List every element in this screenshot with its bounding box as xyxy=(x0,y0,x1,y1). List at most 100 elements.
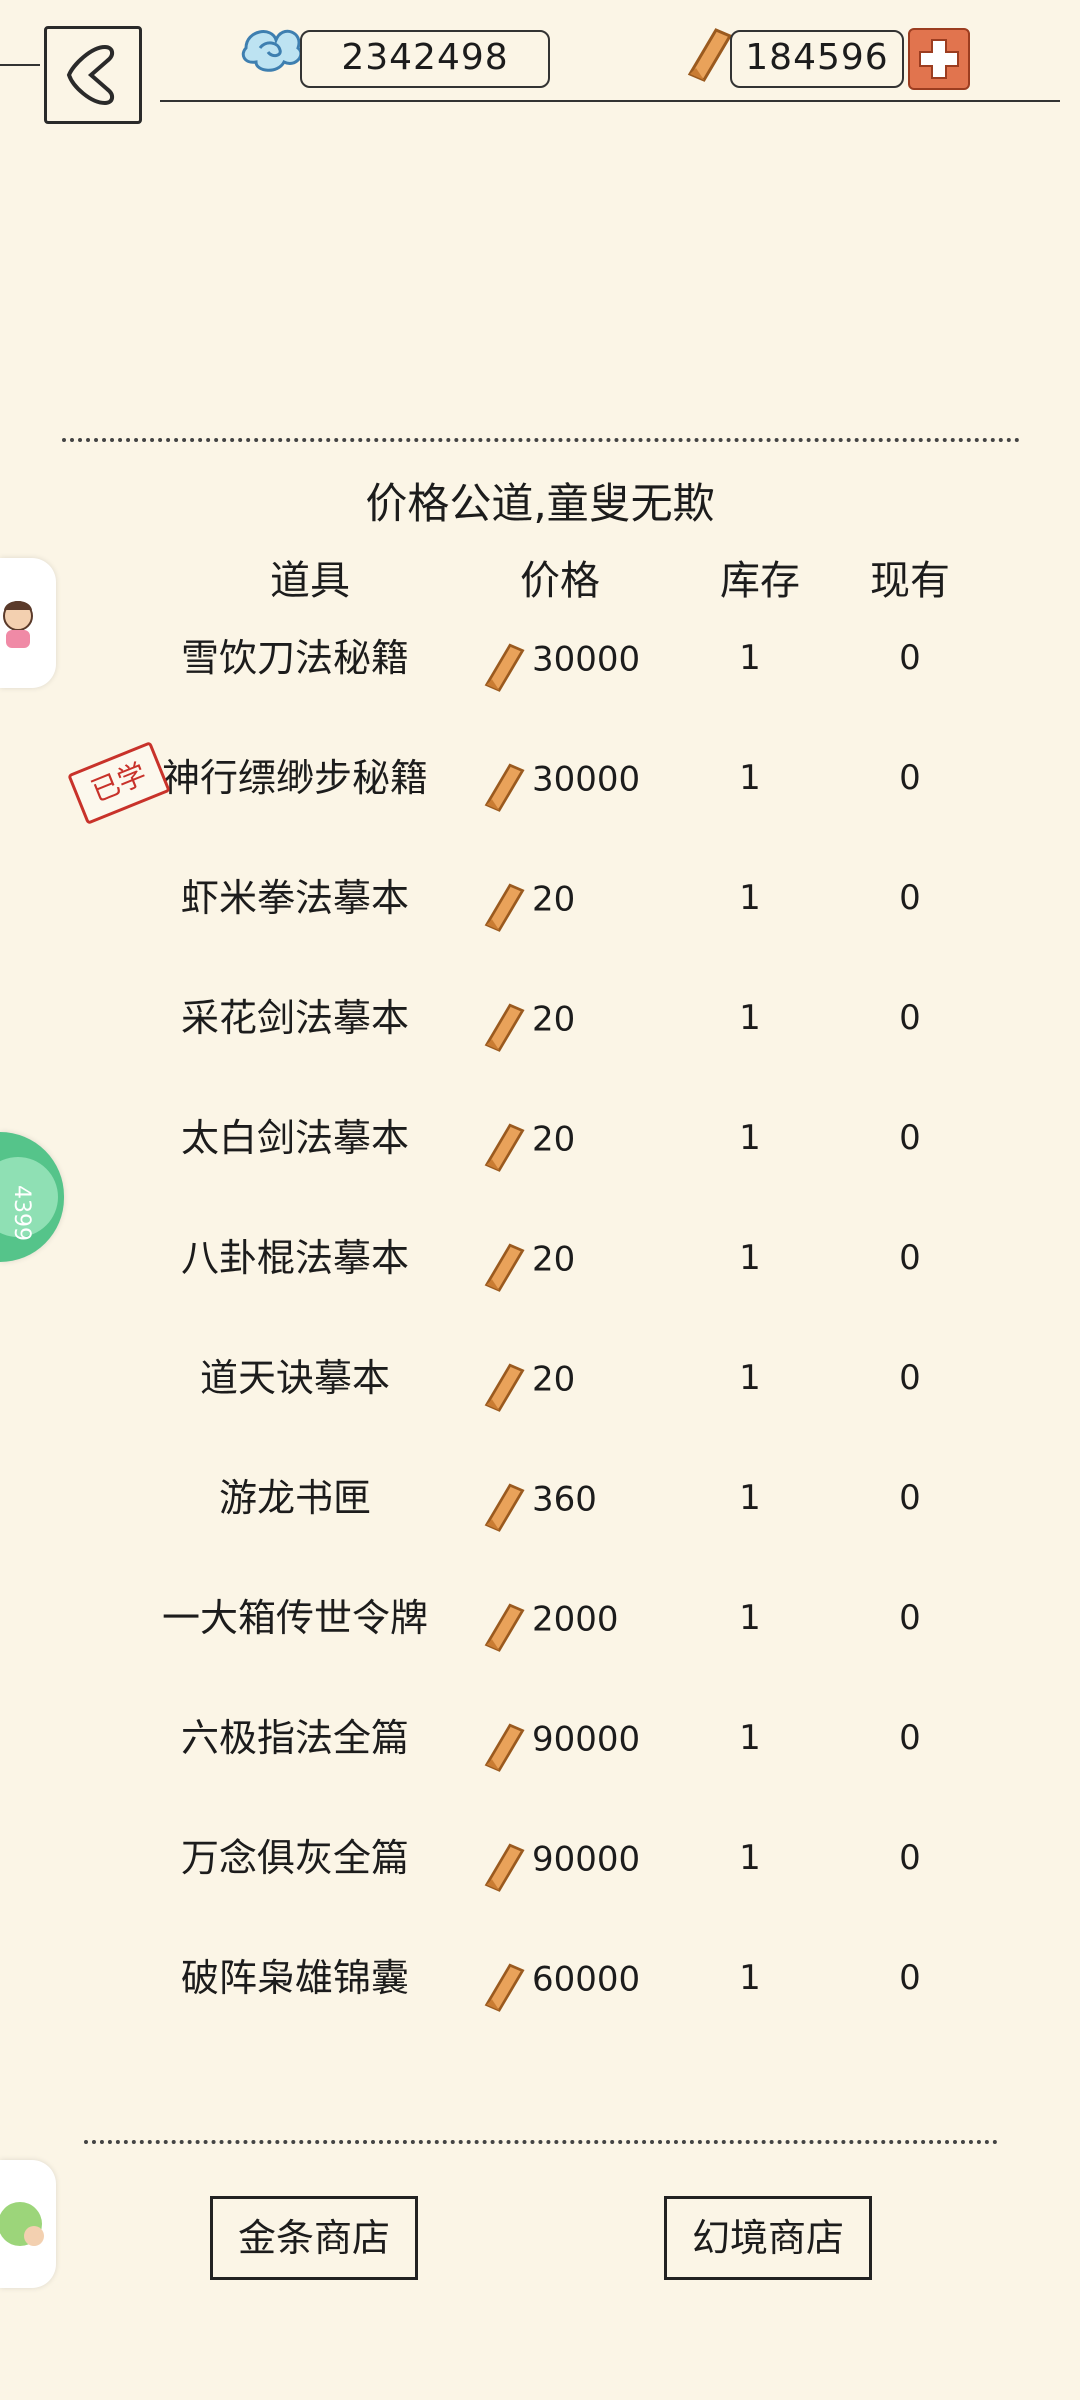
item-price: 2000 xyxy=(474,1570,694,1666)
item-name: 一大箱传世令牌 xyxy=(161,1596,428,1640)
item-price: 30000 xyxy=(474,610,694,706)
plus-icon xyxy=(919,39,959,79)
dotted-divider-bottom xyxy=(84,2140,998,2144)
item-name: 破阵枭雄锦囊 xyxy=(180,1956,409,2000)
item-name: 游龙书匣 xyxy=(218,1476,371,1520)
item-owned: 0 xyxy=(899,758,921,798)
shop-item-row[interactable]: 万念俱灰全篇 90000 1 0 xyxy=(0,1810,1080,1906)
item-price-value: 20 xyxy=(532,999,576,1040)
item-owned: 0 xyxy=(899,878,921,918)
gold-bar-icon xyxy=(474,873,528,932)
item-stock: 1 xyxy=(739,1958,761,1998)
item-price-value: 20 xyxy=(532,1119,576,1160)
top-divider xyxy=(160,100,1060,102)
item-price: 20 xyxy=(474,970,694,1066)
item-stock: 1 xyxy=(739,1358,761,1398)
shop-item-row[interactable]: 破阵枭雄锦囊 60000 1 0 xyxy=(0,1930,1080,2026)
item-price: 20 xyxy=(474,850,694,946)
game-mascot-icon xyxy=(0,2202,44,2246)
item-price-value: 20 xyxy=(532,1359,576,1400)
item-price-value: 90000 xyxy=(532,1719,641,1760)
column-header-price: 价格 xyxy=(520,558,600,604)
shop-item-row[interactable]: 道天诀摹本 20 1 0 xyxy=(0,1330,1080,1426)
item-stock: 1 xyxy=(739,1238,761,1278)
column-header-item: 道具 xyxy=(270,558,350,604)
item-price: 90000 xyxy=(474,1690,694,1786)
item-stock: 1 xyxy=(739,638,761,678)
gold-bar-icon xyxy=(474,1953,528,2012)
item-price-value: 20 xyxy=(532,879,576,920)
item-price-value: 360 xyxy=(532,1479,597,1520)
silver-counter: 2342498 xyxy=(300,30,550,88)
gold-bar-icon xyxy=(474,1113,528,1172)
item-name: 道天诀摹本 xyxy=(199,1356,390,1400)
gold-bar-icon xyxy=(474,1233,528,1292)
shop-item-row[interactable]: 八卦棍法摹本 20 1 0 xyxy=(0,1210,1080,1306)
gold-bar-icon xyxy=(474,993,528,1052)
item-price-value: 30000 xyxy=(532,639,641,680)
item-owned: 0 xyxy=(899,1238,921,1278)
item-name: 虾米拳法摹本 xyxy=(180,876,409,920)
item-owned: 0 xyxy=(899,1598,921,1638)
gold-bar-icon xyxy=(676,22,736,82)
shop-item-row[interactable]: 太白剑法摹本 20 1 0 xyxy=(0,1090,1080,1186)
gold-counter: 184596 xyxy=(730,30,904,88)
item-price-value: 20 xyxy=(532,1239,576,1280)
item-owned: 0 xyxy=(899,1718,921,1758)
shop-slogan: 价格公道,童叟无欺 xyxy=(365,479,715,528)
item-price-value: 30000 xyxy=(532,759,641,800)
item-owned: 0 xyxy=(899,1838,921,1878)
shop-item-row[interactable]: 游龙书匣 360 1 0 xyxy=(0,1450,1080,1546)
item-price: 360 xyxy=(474,1450,694,1546)
back-arrow-icon xyxy=(66,44,114,106)
item-name: 雪饮刀法秘籍 xyxy=(180,636,409,680)
gold-bar-icon xyxy=(474,1713,528,1772)
gold-bar-icon xyxy=(474,753,528,812)
item-stock: 1 xyxy=(739,878,761,918)
dream-shop-button[interactable]: 幻境商店 xyxy=(664,2196,872,2280)
column-header-owned: 现有 xyxy=(870,558,950,604)
shop-item-row[interactable]: 雪饮刀法秘籍 30000 1 0 xyxy=(0,610,1080,706)
item-name: 太白剑法摹本 xyxy=(180,1116,409,1160)
item-name: 采花剑法摹本 xyxy=(180,996,409,1040)
gold-shop-button[interactable]: 金条商店 xyxy=(210,2196,418,2280)
item-owned: 0 xyxy=(899,1958,921,1998)
shop-item-row[interactable]: 虾米拳法摹本 20 1 0 xyxy=(0,850,1080,946)
item-price-value: 90000 xyxy=(532,1839,641,1880)
item-stock: 1 xyxy=(739,1838,761,1878)
dotted-divider-top xyxy=(62,438,1020,442)
gold-bar-icon xyxy=(474,1833,528,1892)
item-stock: 1 xyxy=(739,1478,761,1518)
item-price: 30000 xyxy=(474,730,694,826)
gold-bar-icon xyxy=(474,1353,528,1412)
item-name: 八卦棍法摹本 xyxy=(180,1236,409,1280)
shop-item-row[interactable]: 采花剑法摹本 20 1 0 xyxy=(0,970,1080,1066)
add-gold-button[interactable] xyxy=(908,28,970,90)
item-stock: 1 xyxy=(739,1598,761,1638)
gold-bar-icon xyxy=(474,1593,528,1652)
item-owned: 0 xyxy=(899,998,921,1038)
item-stock: 1 xyxy=(739,998,761,1038)
item-price-value: 2000 xyxy=(532,1599,619,1640)
item-owned: 0 xyxy=(899,1118,921,1158)
item-price: 20 xyxy=(474,1330,694,1426)
item-name: 万念俱灰全篇 xyxy=(180,1836,409,1880)
top-divider-left xyxy=(0,64,40,66)
back-button[interactable] xyxy=(44,26,142,124)
gold-bar-icon xyxy=(474,1473,528,1532)
item-price-value: 60000 xyxy=(532,1959,641,2000)
item-price: 90000 xyxy=(474,1810,694,1906)
gold-bar-icon xyxy=(474,633,528,692)
side-game-tab[interactable] xyxy=(0,2160,56,2288)
item-price: 20 xyxy=(474,1090,694,1186)
shop-item-row[interactable]: 六极指法全篇 90000 1 0 xyxy=(0,1690,1080,1786)
item-price: 60000 xyxy=(474,1930,694,2026)
item-price: 20 xyxy=(474,1210,694,1306)
item-owned: 0 xyxy=(899,1358,921,1398)
cloud-icon xyxy=(238,18,308,82)
item-owned: 0 xyxy=(899,638,921,678)
item-owned: 0 xyxy=(899,1478,921,1518)
item-stock: 1 xyxy=(739,1118,761,1158)
item-name: 六极指法全篇 xyxy=(180,1716,409,1760)
shop-item-row[interactable]: 一大箱传世令牌 2000 1 0 xyxy=(0,1570,1080,1666)
